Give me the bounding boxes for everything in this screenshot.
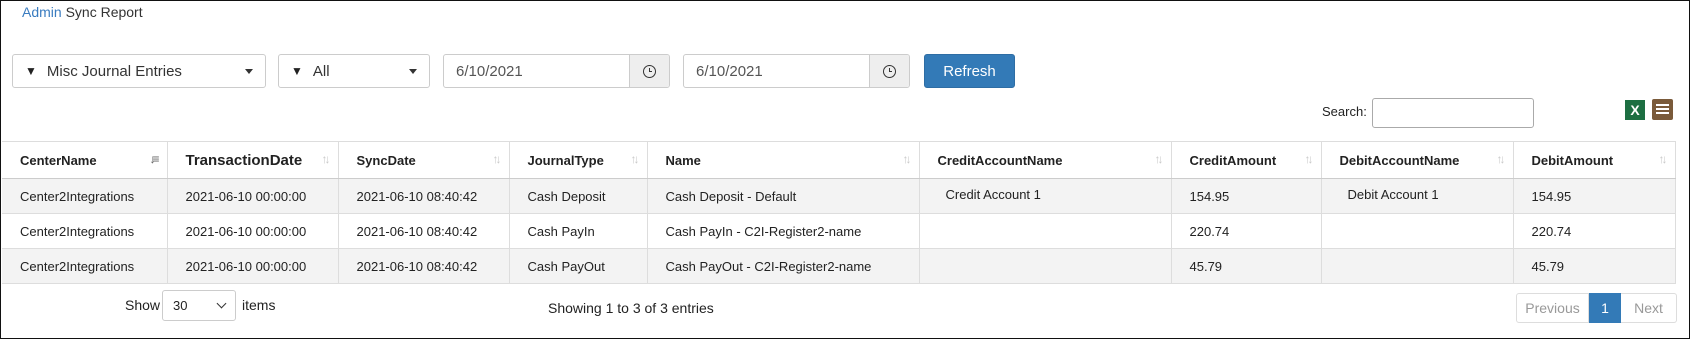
sort-icon: ↑↓ <box>1658 152 1668 166</box>
caret-down-icon <box>409 68 417 74</box>
cell-debit-account-name <box>1321 248 1514 284</box>
cell-center-name: Center2Integrations <box>2 213 168 249</box>
search-input[interactable] <box>1372 98 1534 128</box>
start-date-input[interactable] <box>444 55 629 87</box>
entry-type-value: Misc Journal Entries <box>46 62 182 80</box>
col-credit-amount[interactable]: CreditAmount ↑↓ <box>1171 141 1322 179</box>
cell-debit-account-name: Debit Account 1 <box>1321 178 1514 214</box>
cell-credit-account-name <box>919 248 1172 284</box>
filter-icon: ▼ <box>25 64 37 78</box>
cell-name: Cash Deposit - Default <box>647 178 920 214</box>
scope-value: All <box>312 62 330 80</box>
entry-type-dropdown[interactable]: ▼ Misc Journal Entries <box>12 54 266 88</box>
col-debit-account-name[interactable]: DebitAccountName ↑↓ <box>1321 141 1514 179</box>
col-name[interactable]: Name ↑↓ <box>647 141 920 179</box>
col-debit-amount[interactable]: DebitAmount ↑↓ <box>1513 141 1676 179</box>
sort-icon: ↑↓ <box>1304 152 1314 166</box>
cell-transaction-date: 2021-06-10 00:00:00 <box>167 178 339 214</box>
table-header-row: CenterName ↓≡ TransactionDate ↑↓ SyncDate ↑… <box>2 141 1676 179</box>
page-size-select[interactable]: 30 <box>162 290 236 321</box>
cell-journal-type: Cash PayIn <box>509 213 648 249</box>
cell-sync-date: 2021-06-10 08:40:42 <box>338 248 510 284</box>
end-date-picker <box>683 54 910 88</box>
show-label: Show <box>125 297 161 313</box>
table-row[interactable]: Center2Integrations 2021-06-10 00:00:00 … <box>2 213 1676 249</box>
cell-debit-amount: 45.79 <box>1513 248 1676 284</box>
breadcrumb-current: Sync Report <box>65 4 143 20</box>
start-date-clock-button[interactable] <box>629 55 669 87</box>
pagination: Previous 1 Next <box>1516 293 1677 323</box>
sort-icon: ↑↓ <box>492 152 502 166</box>
cell-transaction-date: 2021-06-10 00:00:00 <box>167 213 339 249</box>
page-1-button[interactable]: 1 <box>1589 293 1621 323</box>
clock-icon <box>883 64 896 78</box>
search-label: Search: <box>1322 104 1367 119</box>
cell-credit-amount: 220.74 <box>1171 213 1322 249</box>
col-credit-account-name[interactable]: CreditAccountName ↑↓ <box>919 141 1172 179</box>
sort-icon: ↑↓ <box>1496 152 1506 166</box>
cell-journal-type: Cash Deposit <box>509 178 648 214</box>
col-transaction-date[interactable]: TransactionDate ↑↓ <box>167 141 339 179</box>
cell-sync-date: 2021-06-10 08:40:42 <box>338 178 510 214</box>
sort-icon: ↑↓ <box>630 152 640 166</box>
breadcrumb: Admin Sync Report <box>22 4 143 20</box>
items-label: items <box>242 297 276 313</box>
table-row[interactable]: Center2Integrations 2021-06-10 00:00:00 … <box>2 248 1676 284</box>
col-journal-type[interactable]: JournalType ↑↓ <box>509 141 648 179</box>
cell-debit-amount: 154.95 <box>1513 178 1676 214</box>
breadcrumb-admin-link[interactable]: Admin <box>22 4 62 20</box>
cell-name: Cash PayOut - C2I-Register2-name <box>647 248 920 284</box>
filter-icon: ▼ <box>291 64 303 78</box>
cell-sync-date: 2021-06-10 08:40:42 <box>338 213 510 249</box>
sort-icon: ↑↓ <box>1154 152 1164 166</box>
csv-export-icon[interactable] <box>1652 99 1673 120</box>
entries-summary: Showing 1 to 3 of 3 entries <box>548 300 714 316</box>
page-size-value: 30 <box>173 298 188 313</box>
end-date-input[interactable] <box>684 55 869 87</box>
cell-credit-account-name: Credit Account 1 <box>919 178 1172 214</box>
previous-page-button[interactable]: Previous <box>1516 293 1589 323</box>
chevron-down-icon <box>216 298 227 309</box>
start-date-picker <box>443 54 670 88</box>
end-date-clock-button[interactable] <box>869 55 909 87</box>
excel-export-icon[interactable]: X <box>1625 100 1645 120</box>
cell-transaction-date: 2021-06-10 00:00:00 <box>167 248 339 284</box>
cell-journal-type: Cash PayOut <box>509 248 648 284</box>
cell-debit-account-name <box>1321 213 1514 249</box>
col-center-name[interactable]: CenterName ↓≡ <box>2 141 168 179</box>
cell-center-name: Center2Integrations <box>2 248 168 284</box>
clock-icon <box>643 64 656 78</box>
sort-icon: ↑↓ <box>902 152 912 166</box>
cell-center-name: Center2Integrations <box>2 178 168 214</box>
scope-dropdown[interactable]: ▼ All <box>278 54 430 88</box>
col-sync-date[interactable]: SyncDate ↑↓ <box>338 141 510 179</box>
sort-icon: ↑↓ <box>321 152 331 166</box>
next-page-button[interactable]: Next <box>1621 293 1677 323</box>
cell-credit-amount: 154.95 <box>1171 178 1322 214</box>
table-row[interactable]: Center2Integrations 2021-06-10 00:00:00 … <box>2 178 1676 214</box>
sort-asc-icon: ↓≡ <box>149 152 159 166</box>
refresh-button[interactable]: Refresh <box>924 54 1015 88</box>
cell-credit-account-name <box>919 213 1172 249</box>
sync-report-table: CenterName ↓≡ TransactionDate ↑↓ SyncDate ↑… <box>2 141 1676 284</box>
cell-name: Cash PayIn - C2I-Register2-name <box>647 213 920 249</box>
cell-credit-amount: 45.79 <box>1171 248 1322 284</box>
cell-debit-amount: 220.74 <box>1513 213 1676 249</box>
caret-down-icon <box>245 68 253 74</box>
